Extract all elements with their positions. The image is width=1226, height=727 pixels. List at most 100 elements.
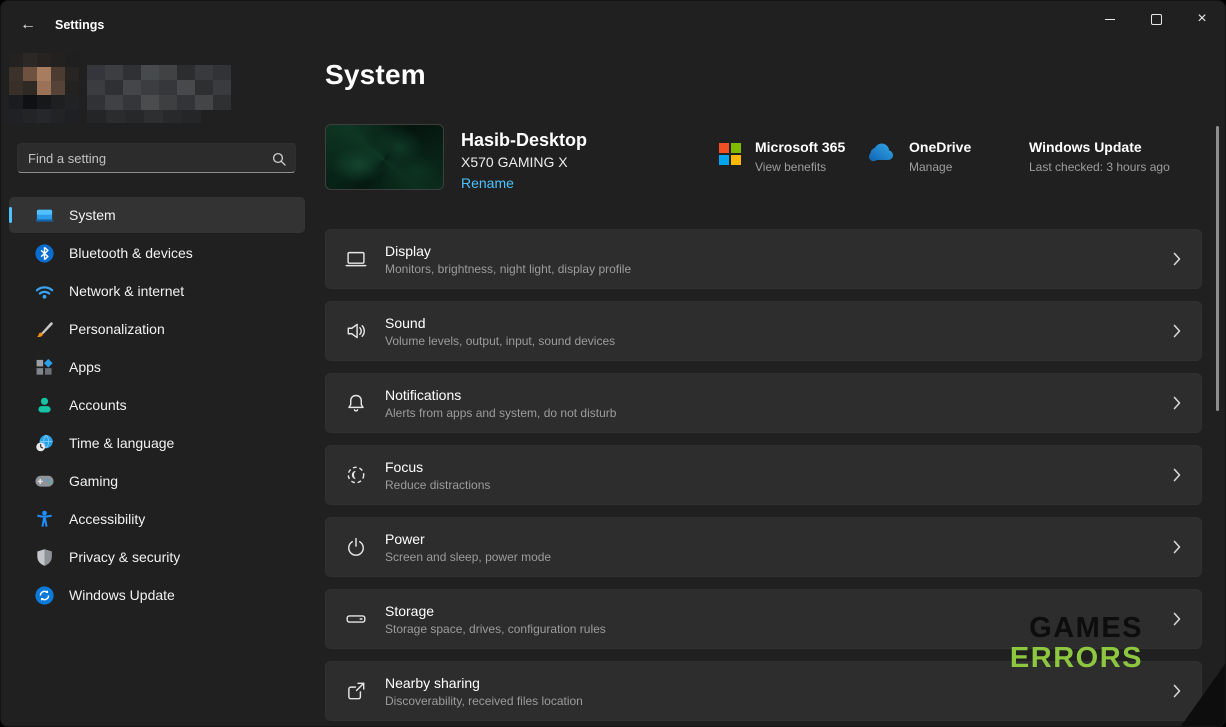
app-title: Settings <box>55 18 104 32</box>
selected-indicator <box>9 207 12 223</box>
row-title: Sound <box>385 315 615 331</box>
sound-icon <box>345 320 367 342</box>
settings-row-storage[interactable]: Storage Storage space, drives, configura… <box>325 589 1202 649</box>
search-input[interactable] <box>18 144 295 172</box>
row-subtitle: Volume levels, output, input, sound devi… <box>385 334 615 348</box>
user-name-redacted-tail <box>87 110 201 123</box>
row-subtitle: Alerts from apps and system, do not dist… <box>385 406 616 420</box>
chevron-right-icon <box>1173 540 1181 554</box>
settings-row-nearby-sharing[interactable]: Nearby sharing Discoverability, received… <box>325 661 1202 721</box>
sidebar-item-label: Network & internet <box>69 283 184 299</box>
quick-action-onedrive[interactable]: OneDrive Manage <box>865 139 971 174</box>
privacy-shield-icon <box>35 548 54 567</box>
sidebar-item-label: Gaming <box>69 473 118 489</box>
minimize-button[interactable] <box>1087 1 1133 37</box>
user-avatar-redacted <box>9 53 79 123</box>
sidebar-item-gaming[interactable]: Gaming <box>9 463 305 499</box>
settings-row-display[interactable]: Display Monitors, brightness, night ligh… <box>325 229 1202 289</box>
windows-update-icon <box>35 586 54 605</box>
sidebar-item-label: Privacy & security <box>69 549 180 565</box>
row-title: Storage <box>385 603 606 619</box>
sidebar-item-label: Accessibility <box>69 511 145 527</box>
page-title: System <box>325 59 426 91</box>
sidebar-item-accounts[interactable]: Accounts <box>9 387 305 423</box>
chevron-right-icon <box>1173 396 1181 410</box>
window-controls: × <box>1087 1 1225 37</box>
row-subtitle: Reduce distractions <box>385 478 490 492</box>
bluetooth-icon <box>35 244 54 263</box>
gaming-icon <box>35 472 54 491</box>
onedrive-cloud-icon <box>865 143 895 168</box>
sidebar-item-bluetooth-devices[interactable]: Bluetooth & devices <box>9 235 305 271</box>
chevron-right-icon <box>1173 324 1181 338</box>
user-name-redacted <box>87 65 231 110</box>
personalization-icon <box>35 320 54 339</box>
row-title: Notifications <box>385 387 616 403</box>
rename-link[interactable]: Rename <box>461 175 514 191</box>
chevron-right-icon <box>1173 252 1181 266</box>
maximize-button[interactable] <box>1133 1 1179 37</box>
settings-row-notifications[interactable]: Notifications Alerts from apps and syste… <box>325 373 1202 433</box>
time-language-icon <box>35 434 54 453</box>
sidebar-item-system[interactable]: System <box>9 197 305 233</box>
search-icon[interactable] <box>272 152 286 166</box>
row-subtitle: Screen and sleep, power mode <box>385 550 551 564</box>
chevron-right-icon <box>1173 468 1181 482</box>
quick-action-subtitle[interactable]: View benefits <box>755 160 845 174</box>
settings-window: ← Settings × System Bluetooth & devices … <box>0 0 1226 727</box>
titlebar: ← Settings × <box>1 1 1225 49</box>
scrollbar[interactable] <box>1216 126 1219 411</box>
sidebar-item-windows-update[interactable]: Windows Update <box>9 577 305 613</box>
sidebar-item-label: Accounts <box>69 397 127 413</box>
quick-action-title: OneDrive <box>909 139 971 155</box>
close-icon: × <box>1197 11 1206 27</box>
settings-row-power[interactable]: Power Screen and sleep, power mode <box>325 517 1202 577</box>
quick-action-microsoft-365[interactable]: Microsoft 365 View benefits <box>719 139 845 174</box>
apps-icon <box>35 358 54 377</box>
network-icon <box>35 282 54 301</box>
sidebar-item-label: System <box>69 207 116 223</box>
sidebar-item-accessibility[interactable]: Accessibility <box>9 501 305 537</box>
maximize-icon <box>1151 14 1162 25</box>
search-box <box>17 143 296 173</box>
sidebar-item-personalization[interactable]: Personalization <box>9 311 305 347</box>
settings-rows: Display Monitors, brightness, night ligh… <box>325 229 1202 727</box>
sidebar-nav: System Bluetooth & devices Network & int… <box>5 195 309 615</box>
quick-action-subtitle: Last checked: 3 hours ago <box>1029 160 1170 174</box>
notifications-icon <box>345 392 367 414</box>
settings-row-sound[interactable]: Sound Volume levels, output, input, soun… <box>325 301 1202 361</box>
sidebar-item-privacy-security[interactable]: Privacy & security <box>9 539 305 575</box>
sidebar-item-apps[interactable]: Apps <box>9 349 305 385</box>
close-button[interactable]: × <box>1179 1 1225 37</box>
focus-icon <box>345 464 367 486</box>
quick-action-subtitle[interactable]: Manage <box>909 160 971 174</box>
sidebar-item-label: Personalization <box>69 321 165 337</box>
quick-action-windows-update[interactable]: Windows Update Last checked: 3 hours ago <box>1015 139 1170 174</box>
power-icon <box>345 536 367 558</box>
device-wallpaper-thumbnail <box>325 124 444 190</box>
sidebar-item-label: Bluetooth & devices <box>69 245 193 261</box>
row-subtitle: Discoverability, received files location <box>385 694 583 708</box>
display-icon <box>345 248 367 270</box>
microsoft-logo-icon <box>719 143 741 165</box>
storage-icon <box>345 608 367 630</box>
row-subtitle: Storage space, drives, configuration rul… <box>385 622 606 636</box>
row-title: Focus <box>385 459 490 475</box>
accounts-icon <box>35 396 54 415</box>
chevron-right-icon <box>1173 612 1181 626</box>
device-model: X570 GAMING X <box>461 154 568 170</box>
back-button[interactable]: ← <box>11 10 45 40</box>
row-subtitle: Monitors, brightness, night light, displ… <box>385 262 631 276</box>
settings-row-focus[interactable]: Focus Reduce distractions <box>325 445 1202 505</box>
accessibility-icon <box>35 510 54 529</box>
row-title: Display <box>385 243 631 259</box>
sidebar-item-label: Windows Update <box>69 587 175 603</box>
sidebar-item-network-internet[interactable]: Network & internet <box>9 273 305 309</box>
system-icon <box>35 206 54 225</box>
quick-action-title: Windows Update <box>1029 139 1170 155</box>
device-name: Hasib-Desktop <box>461 130 587 151</box>
sidebar-item-label: Apps <box>69 359 101 375</box>
chevron-right-icon <box>1173 684 1181 698</box>
nearby-sharing-icon <box>345 680 367 702</box>
sidebar-item-time-language[interactable]: Time & language <box>9 425 305 461</box>
